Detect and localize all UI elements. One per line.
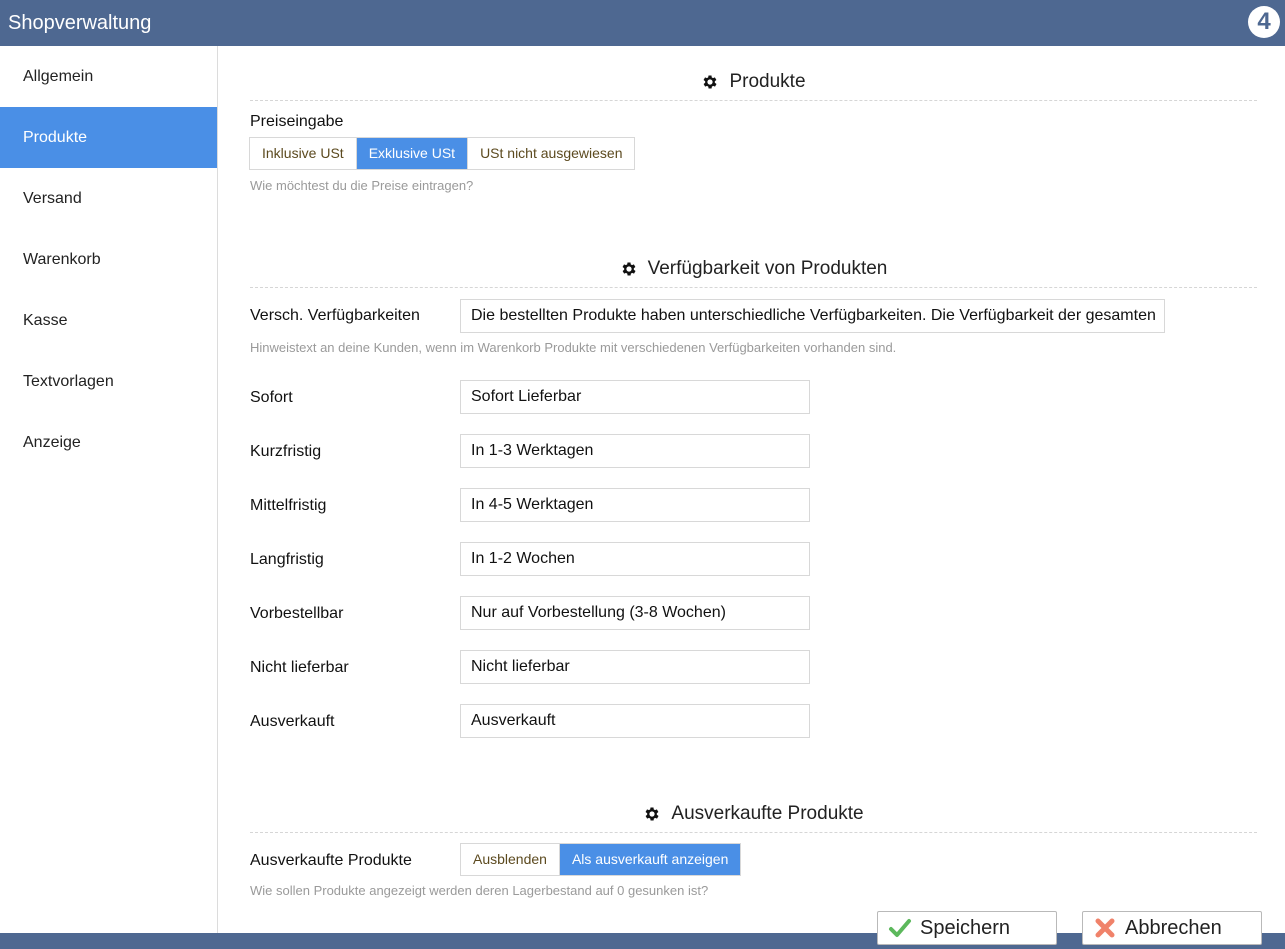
availability-label-vorbestellbar: Vorbestellbar bbox=[250, 605, 344, 622]
soldout-option-show[interactable]: Als ausverkauft anzeigen bbox=[559, 844, 741, 875]
availability-input-kurzfristig[interactable]: In 1-3 Werktagen bbox=[460, 434, 810, 468]
availability-input-langfristig[interactable]: In 1-2 Wochen bbox=[460, 542, 810, 576]
price-option-inclusive[interactable]: Inklusive USt bbox=[250, 138, 357, 169]
sidebar-item-anzeige[interactable]: Anzeige bbox=[0, 412, 217, 473]
section-title: Verfügbarkeit von Produkten bbox=[647, 258, 888, 279]
sidebar-item-textvorlagen[interactable]: Textvorlagen bbox=[0, 351, 217, 412]
checkmark-icon bbox=[889, 919, 911, 937]
sidebar-item-warenkorb[interactable]: Warenkorb bbox=[0, 229, 217, 290]
mixed-availability-hint: Hinweistext an deine Kunden, wenn im War… bbox=[250, 340, 897, 355]
price-option-not-shown[interactable]: USt nicht ausgewiesen bbox=[468, 138, 635, 169]
save-button[interactable]: Speichern bbox=[877, 911, 1057, 945]
app-title: Shopverwaltung bbox=[8, 12, 152, 34]
cancel-button[interactable]: Abbrechen bbox=[1082, 911, 1262, 945]
sidebar-item-versand[interactable]: Versand bbox=[0, 168, 217, 229]
sidebar-item-produkte[interactable]: Produkte bbox=[0, 107, 217, 168]
main-content: Produkte Preiseingabe Inklusive USt Exkl… bbox=[218, 46, 1285, 933]
price-input-segmented: Inklusive USt Exklusive USt USt nicht au… bbox=[249, 137, 636, 170]
sidebar-item-allgemein[interactable]: Allgemein bbox=[0, 46, 217, 107]
section-title: Produkte bbox=[729, 71, 806, 92]
soldout-hint: Wie sollen Produkte angezeigt werden der… bbox=[250, 883, 709, 898]
price-input-hint: Wie möchtest du die Preise eintragen? bbox=[250, 178, 474, 193]
gear-icon bbox=[622, 262, 636, 276]
price-option-exclusive[interactable]: Exklusive USt bbox=[356, 138, 469, 169]
soldout-label: Ausverkaufte Produkte bbox=[250, 852, 412, 869]
gear-icon bbox=[645, 807, 659, 821]
section-header-availability: Verfügbarkeit von Produkten bbox=[250, 233, 1257, 288]
sidebar-item-kasse[interactable]: Kasse bbox=[0, 290, 217, 351]
availability-label-ausverkauft: Ausverkauft bbox=[250, 713, 335, 730]
availability-input-vorbestellbar[interactable]: Nur auf Vorbestellung (3-8 Wochen) bbox=[460, 596, 810, 630]
cancel-button-label: Abbrechen bbox=[1125, 916, 1222, 939]
sidebar: Allgemein Produkte Versand Warenkorb Kas… bbox=[0, 46, 218, 933]
availability-label-langfristig: Langfristig bbox=[250, 551, 324, 568]
availability-label-nicht-lieferbar: Nicht lieferbar bbox=[250, 659, 349, 676]
soldout-option-hide[interactable]: Ausblenden bbox=[461, 844, 560, 875]
availability-input-mittelfristig[interactable]: In 4-5 Werktagen bbox=[460, 488, 810, 522]
mixed-availability-input[interactable]: Die bestellten Produkte haben unterschie… bbox=[460, 299, 1165, 333]
mixed-availability-label: Versch. Verfügbarkeiten bbox=[250, 307, 420, 324]
cross-icon bbox=[1095, 918, 1115, 938]
section-header-soldout: Ausverkaufte Produkte bbox=[250, 778, 1257, 833]
availability-input-sofort[interactable]: Sofort Lieferbar bbox=[460, 380, 810, 414]
soldout-segmented: Ausblenden Als ausverkauft anzeigen bbox=[460, 843, 742, 876]
availability-label-sofort: Sofort bbox=[250, 389, 293, 406]
app-logo: 4 bbox=[1248, 6, 1280, 38]
gear-icon bbox=[704, 75, 717, 89]
save-button-label: Speichern bbox=[920, 916, 1011, 939]
section-header-produkte: Produkte bbox=[250, 46, 1257, 101]
title-bar: Shopverwaltung 4 bbox=[0, 0, 1285, 46]
availability-label-mittelfristig: Mittelfristig bbox=[250, 497, 327, 514]
section-title: Ausverkaufte Produkte bbox=[671, 803, 864, 824]
availability-input-ausverkauft[interactable]: Ausverkauft bbox=[460, 704, 810, 738]
price-input-label: Preiseingabe bbox=[250, 113, 344, 130]
availability-input-nicht-lieferbar[interactable]: Nicht lieferbar bbox=[460, 650, 810, 684]
availability-label-kurzfristig: Kurzfristig bbox=[250, 443, 322, 460]
